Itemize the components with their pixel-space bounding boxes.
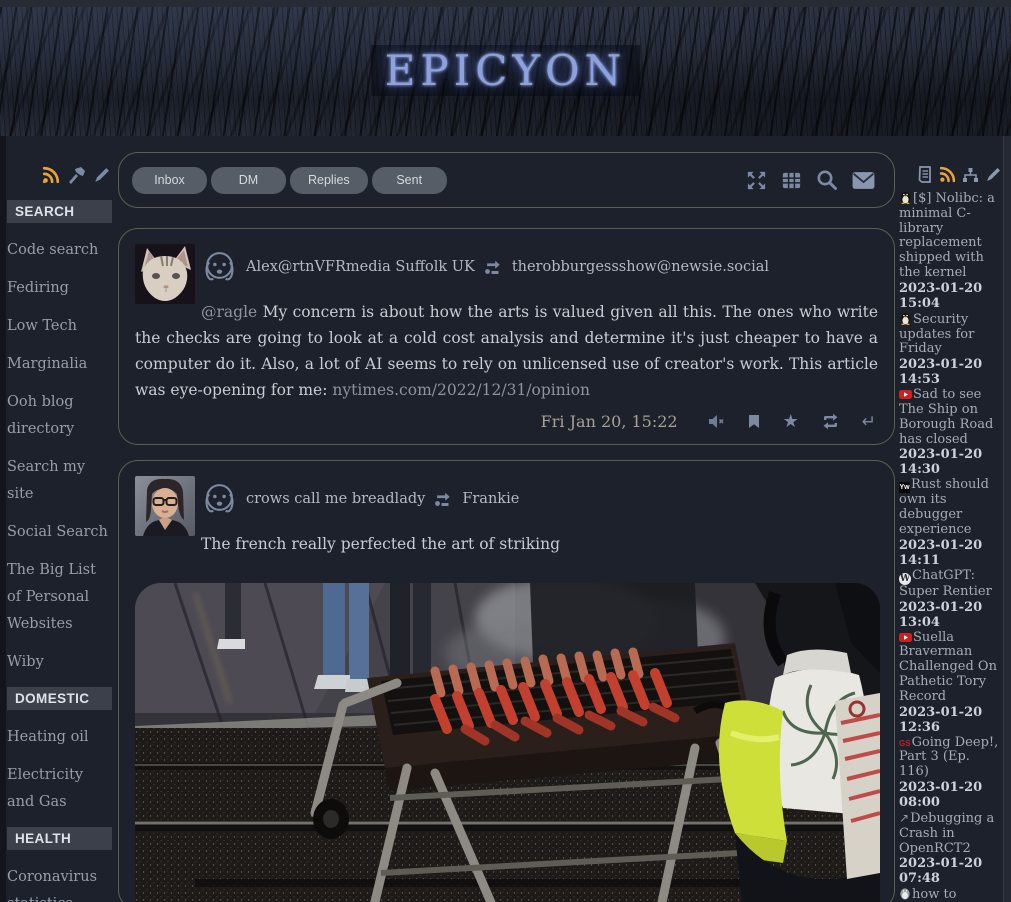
boost-icon: [433, 490, 454, 508]
rss-icon[interactable]: [939, 166, 956, 183]
sidebar-link-social-search[interactable]: Social Search: [6, 519, 116, 546]
expand-icon[interactable]: [745, 169, 768, 192]
timeline-header: Inbox DM Replies Sent: [118, 152, 895, 208]
right-column-icons: [899, 150, 1003, 191]
bookmark-icon[interactable]: [747, 414, 761, 429]
penguin-icon: [899, 191, 912, 204]
person-options-dog-icon[interactable]: [201, 480, 238, 517]
news-link[interactable]: Suella Braverman Challenged On Pathetic …: [899, 630, 997, 704]
sidebar-link-heating-oil[interactable]: Heating oil: [6, 724, 116, 751]
star-icon[interactable]: ★: [783, 411, 799, 432]
post-external-link[interactable]: nytimes.com/2022/12/31/opinion: [332, 381, 590, 399]
repeat-icon[interactable]: [821, 413, 840, 430]
avatar[interactable]: [135, 476, 195, 536]
news-item: ↗Debugging a Crash in OpenRCT2 2023-01-2…: [899, 811, 1003, 886]
sidebar-link-fediring[interactable]: Fediring: [6, 275, 116, 302]
tab-dm[interactable]: DM: [211, 167, 286, 194]
post-content: The french really perfected the art of s…: [135, 531, 878, 557]
news-link[interactable]: Debugging a Crash in OpenRCT2: [899, 811, 994, 856]
share-icon[interactable]: [962, 167, 979, 183]
timeline-post: Alex@rtnVFRmedia Suffolk UK therobburges…: [118, 228, 895, 445]
post-recipient-handle[interactable]: therobburgessshow@newsie.social: [512, 259, 769, 275]
news-link[interactable]: [$] Nolibc: a minimal C-library replacem…: [899, 191, 995, 280]
tab-inbox[interactable]: Inbox: [132, 167, 207, 194]
news-item: GSGoing Deep!, Part 3 (Ep. 116) 2023-01-…: [899, 736, 1003, 810]
person-options-dog-icon[interactable]: [201, 248, 238, 285]
sidebar-link-wiby[interactable]: Wiby: [6, 649, 116, 676]
news-datetime: 2023-01-20 14:30: [899, 447, 1003, 477]
news-link[interactable]: how to completely own an airline in 3: [899, 887, 1003, 902]
news-datetime: 2023-01-20 13:04: [899, 600, 1003, 630]
timeline-post: crows call me breadlady Frankie The fren…: [118, 460, 895, 902]
sidebar-section-health: HEALTH: [7, 827, 112, 850]
epicyon-page: EPICYON SEARCH Code search Fediring Low …: [0, 0, 1011, 902]
news-datetime: 2023-01-20 08:00: [899, 780, 1003, 810]
rss-icon[interactable]: [42, 166, 60, 184]
news-item: how to completely own an airline in 3: [899, 887, 1003, 902]
sidebar-link-coronavirus-statistics[interactable]: Coronavirus statistics: [6, 864, 116, 902]
gs-icon: GS: [899, 739, 911, 748]
news-link[interactable]: Going Deep!, Part 3 (Ep. 116): [899, 735, 998, 780]
newspaper-icon[interactable]: [917, 166, 933, 183]
news-datetime: 2023-01-20 14:11: [899, 538, 1003, 568]
news-item: WChatGPT: Super Rentier 2023-01-20 13:04: [899, 569, 1003, 630]
post-content: @ragle My concern is about how the arts …: [135, 299, 878, 403]
timeline-tabs: Inbox DM Replies Sent: [132, 167, 447, 194]
post-recipient-handle[interactable]: Frankie: [462, 491, 519, 507]
post-author-handle[interactable]: Alex@rtnVFRmedia Suffolk UK: [246, 259, 475, 275]
sidebar-link-low-tech[interactable]: Low Tech: [6, 313, 116, 340]
mention-link[interactable]: @ragle: [201, 303, 257, 321]
news-link[interactable]: Sad to see The Ship on Borough Road has …: [899, 387, 993, 446]
search-icon[interactable]: [815, 168, 839, 192]
tab-replies[interactable]: Replies: [290, 167, 368, 194]
instance-title: EPICYON: [371, 45, 641, 96]
boost-icon: [483, 258, 504, 276]
news-link[interactable]: Rust should own its debugger experience: [899, 477, 989, 537]
news-item: YwRust should own its debugger experienc…: [899, 478, 1003, 567]
hammer-icon[interactable]: [67, 167, 86, 184]
left-sidebar-icons: [6, 136, 116, 192]
table-icon[interactable]: [780, 169, 803, 192]
youtube-icon: [899, 389, 912, 400]
post-attached-image[interactable]: [135, 583, 880, 902]
sidebar-link-code-search[interactable]: Code search: [6, 237, 116, 264]
news-datetime: 2023-01-20 12:36: [899, 705, 1003, 735]
post-text: The french really perfected the art of s…: [201, 535, 560, 553]
youtube-icon: [899, 632, 912, 643]
news-datetime: 2023-01-20 15:04: [899, 281, 1003, 311]
avatar[interactable]: [135, 244, 195, 304]
sidebar-link-electricity-and-gas[interactable]: Electricity and Gas: [6, 762, 116, 816]
top-frame-strip: [0, 0, 1011, 7]
tab-sent[interactable]: Sent: [372, 167, 447, 194]
bird-icon: [899, 887, 911, 900]
news-datetime: 2023-01-20 14:53: [899, 357, 1003, 387]
news-link[interactable]: ChatGPT: Super Rentier: [899, 568, 992, 599]
mute-icon[interactable]: [708, 414, 725, 429]
sidebar-section-search: SEARCH: [7, 200, 112, 223]
sidebar-section-domestic: DOMESTIC: [7, 687, 112, 710]
sidebar-link-marginalia[interactable]: Marginalia: [6, 351, 116, 378]
news-item: Security updates for Friday 2023-01-20 1…: [899, 312, 1003, 387]
scrollbar-track[interactable]: [1003, 136, 1011, 902]
envelope-icon[interactable]: [851, 170, 876, 191]
right-news-column: [$] Nolibc: a minimal C-library replacem…: [899, 150, 1003, 902]
penguin-icon: [899, 312, 912, 325]
external-arrow-icon: ↗: [899, 811, 909, 825]
post-timestamp: Fri Jan 20, 15:22: [541, 412, 678, 431]
edit-icon[interactable]: [985, 167, 1001, 183]
sidebar-link-big-list-personal-websites[interactable]: The Big List of Personal Websites: [6, 557, 116, 638]
post-author-handle[interactable]: crows call me breadlady: [246, 491, 425, 507]
instance-banner[interactable]: EPICYON: [0, 7, 1011, 136]
news-item: Suella Braverman Challenged On Pathetic …: [899, 631, 1003, 735]
news-datetime: 2023-01-20 07:48: [899, 856, 1003, 886]
left-sidebar: SEARCH Code search Fediring Low Tech Mar…: [6, 136, 116, 902]
news-item: Sad to see The Ship on Borough Road has …: [899, 388, 1003, 477]
edit-icon[interactable]: [93, 167, 110, 184]
reply-icon[interactable]: ↵: [862, 412, 876, 432]
sidebar-link-search-my-site[interactable]: Search my site: [6, 454, 116, 508]
sidebar-link-ooh-blog-directory[interactable]: Ooh blog directory: [6, 389, 116, 443]
news-item: [$] Nolibc: a minimal C-library replacem…: [899, 191, 1003, 311]
